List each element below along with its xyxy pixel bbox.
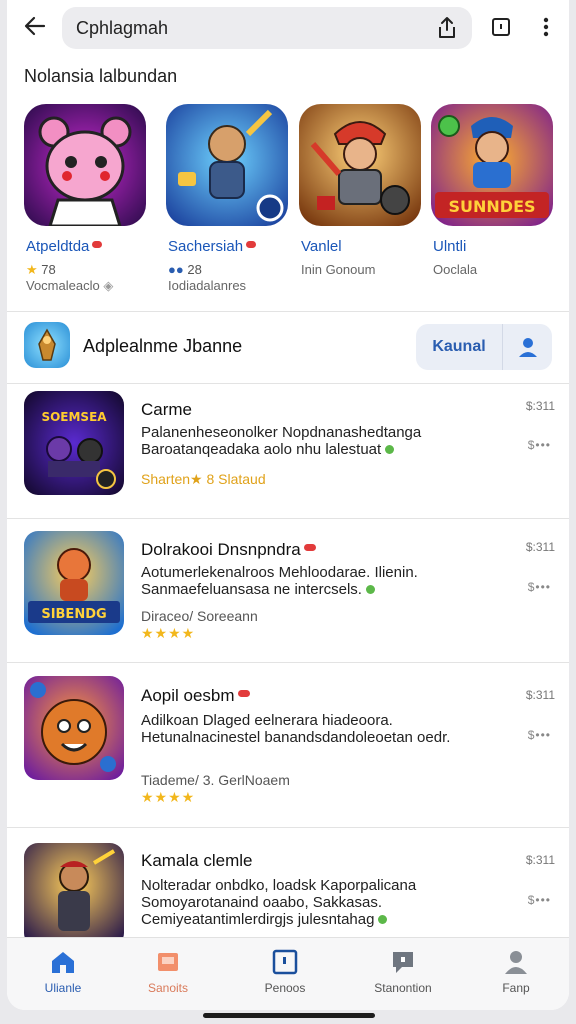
app-icon — [24, 322, 70, 368]
featured-app-name: Atpeldtda — [26, 238, 103, 255]
share-icon[interactable] — [434, 15, 460, 41]
search-field[interactable]: Cphlagmah — [62, 7, 472, 49]
app-title: Carme — [141, 400, 193, 419]
nav-item-chat[interactable]: Stanontion — [347, 948, 459, 1004]
install-row: Adplealnme Jbanne Kaunal — [7, 316, 569, 378]
app-icon — [24, 104, 146, 226]
app-icon: SIBENDG — [24, 531, 124, 635]
app-meta: Sharten★ 8 Slataud — [141, 471, 266, 487]
price-label: $:311 — [525, 399, 555, 413]
app-meta: Tiademe/ 3. GerlNoaem — [141, 772, 290, 788]
icon-title-text: SOEMSEA — [41, 410, 107, 424]
nav-label: Fanp — [502, 981, 530, 995]
featured-carousel: Atpeldtda ★ 78 Vocmaleaclo ◈ Sachersiah … — [21, 104, 569, 304]
install-button[interactable]: Kaunal — [416, 324, 552, 370]
top-bar: Cphlagmah — [7, 0, 569, 56]
app-description: Nolteradar onbdko, loadsk Kaporpalicana … — [141, 877, 417, 928]
app-icon — [166, 104, 288, 226]
app-title: Kamala clemle — [141, 851, 253, 870]
banner-text: SUNNDES — [448, 197, 535, 216]
list-item[interactable]: Aopil oesbm Adilkoan Dlaged eelnerara hi… — [7, 662, 569, 827]
more-label[interactable]: $••• — [528, 728, 551, 742]
app-name: Adplealnme Jbanne — [83, 336, 243, 356]
list-item[interactable]: SOEMSEA Carme Palanenheseonolker Nopdnan… — [7, 383, 569, 518]
featured-app-developer: Ooclala — [433, 262, 478, 277]
home-icon — [52, 952, 74, 973]
featured-app-name: Ulntli — [433, 238, 467, 255]
price-label: $:311 — [525, 540, 555, 554]
featured-app-card[interactable]: Sachersiah ●● 28 Iodiadalanres — [166, 104, 292, 304]
star-icon: ★ — [26, 262, 38, 277]
price-label: $:311 — [525, 688, 555, 702]
apps-icon — [272, 949, 298, 975]
rating-stars: ★★★★ — [141, 625, 196, 641]
nav-item-profile[interactable]: Fanp — [460, 948, 569, 1004]
featured-app-card[interactable]: Atpeldtda ★ 78 Vocmaleaclo ◈ — [24, 104, 150, 304]
games-icon — [158, 953, 178, 971]
install-button-label[interactable]: Kaunal — [416, 324, 503, 370]
nav-label: Sanoits — [147, 981, 189, 995]
more-vert-icon[interactable] — [532, 13, 560, 41]
bottom-navigation: Ulianle Sanoits Penoos Stanontion Fanp — [7, 937, 569, 1010]
save-icon[interactable] — [487, 13, 515, 41]
section-title: Nolansia lalbundan — [24, 66, 178, 86]
chat-icon — [393, 952, 413, 973]
search-input[interactable]: Cphlagmah — [76, 18, 168, 39]
person-icon[interactable] — [516, 335, 540, 359]
icon-title-text: SIBENDG — [41, 607, 106, 622]
nav-item-home[interactable]: Ulianle — [7, 948, 119, 1004]
price-label: $:311 — [525, 853, 555, 867]
app-icon: SUNNDES — [431, 104, 553, 226]
list-item[interactable]: SIBENDG Dolrakooi Dnsnpndra Aotumerleken… — [7, 518, 569, 662]
home-indicator[interactable] — [203, 1013, 375, 1018]
featured-app-name: Vanlel — [301, 238, 342, 255]
dots-icon: ●● — [168, 262, 184, 277]
nav-label: Penoos — [264, 981, 306, 995]
rating-stars: ★★★★ — [141, 789, 196, 805]
app-icon — [299, 104, 421, 226]
back-arrow-icon[interactable] — [21, 12, 49, 40]
app-screen: Cphlagmah Nolansia lalbundan Atpeldtda ★… — [7, 0, 569, 1010]
featured-app-rating: ★ 78 — [26, 262, 56, 277]
featured-app-card[interactable]: Vanlel Inin Gonoum — [299, 104, 425, 304]
featured-app-developer: Iodiadalanres — [168, 278, 247, 293]
app-description: Palanenheseonolker Nopdnanashedtanga Bar… — [141, 424, 422, 458]
more-label[interactable]: $••• — [528, 438, 551, 452]
app-icon — [24, 843, 124, 947]
more-label[interactable]: $••• — [528, 893, 551, 907]
featured-app-developer: Inin Gonoum — [301, 262, 376, 277]
featured-app-name: Sachersiah — [168, 238, 257, 255]
app-meta: Diraceo/ Soreeann — [141, 608, 258, 624]
app-description: Adilkoan Dlaged eelnerara hiadeoora. Het… — [141, 712, 451, 746]
featured-app-developer: Vocmaleaclo ◈ — [26, 278, 114, 293]
nav-item-games[interactable]: Sanoits — [112, 948, 224, 1004]
app-title: Aopil oesbm — [141, 686, 250, 706]
app-description: Aotumerlekenalroos Mehloodarae. Ilienin.… — [141, 564, 418, 598]
more-label[interactable]: $••• — [528, 580, 551, 594]
nav-label: Ulianle — [44, 981, 82, 995]
nav-label: Stanontion — [374, 981, 432, 995]
app-icon: SOEMSEA — [24, 391, 124, 495]
app-icon — [24, 676, 124, 780]
list-item[interactable]: Kamala clemle Nolteradar onbdko, loadsk … — [7, 827, 569, 947]
divider — [7, 311, 569, 312]
featured-app-card[interactable]: SUNNDES Ulntli Ooclala — [431, 104, 557, 304]
app-title: Dolrakooi Dnsnpndra — [141, 540, 316, 560]
profile-icon — [505, 951, 527, 974]
nav-item-apps[interactable]: Penoos — [229, 948, 341, 1004]
featured-app-rating: ●● 28 — [168, 262, 202, 277]
